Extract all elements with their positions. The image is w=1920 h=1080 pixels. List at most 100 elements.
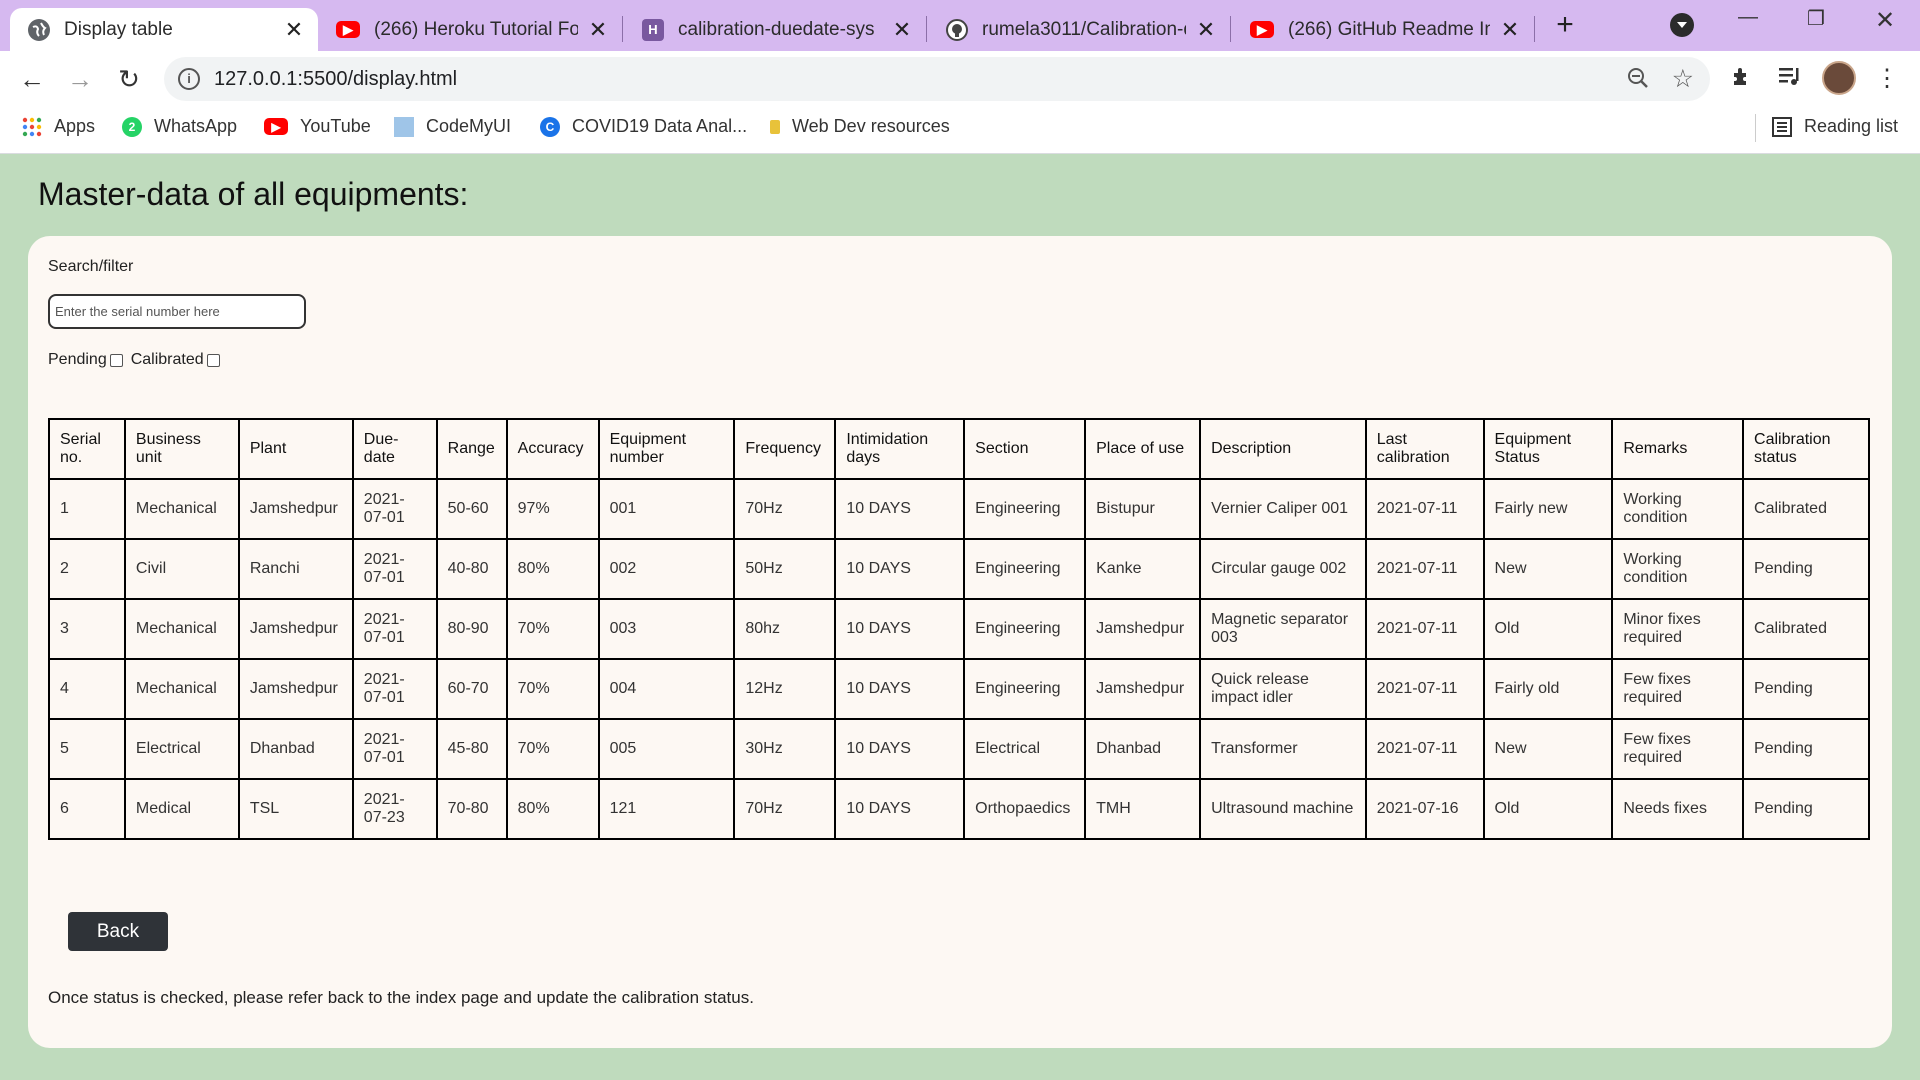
cell-place-of-use: Kanke xyxy=(1084,538,1202,600)
cell-frequency: 80hz xyxy=(733,598,837,660)
bookmark-whatsapp[interactable]: 2 WhatsApp xyxy=(122,116,237,137)
bookmark-star-icon[interactable]: ☆ xyxy=(1672,64,1694,94)
cell-frequency: 12Hz xyxy=(733,658,837,720)
serial-search-input[interactable] xyxy=(48,294,306,329)
cell-calibration-status: Pending xyxy=(1742,778,1870,840)
address-bar[interactable]: i 127.0.0.1:5500/display.html ☆ xyxy=(164,57,1710,101)
table-row: 1 Mechanical Jamshedpur 2021-07-01 50-60 97% 0… xyxy=(48,478,1870,540)
whatsapp-icon: 2 xyxy=(122,116,142,137)
tab-close-icon[interactable]: ✕ xyxy=(1500,18,1520,40)
tab-close-icon[interactable]: ✕ xyxy=(284,18,304,40)
cell-due-date: 2021-07-01 xyxy=(351,718,438,780)
tab-close-icon[interactable]: ✕ xyxy=(588,18,608,40)
bookmark-youtube[interactable]: ▶ YouTube xyxy=(264,116,371,137)
cell-equipment-number: 004 xyxy=(597,658,736,720)
forward-arrow-icon[interactable]: → xyxy=(62,61,98,97)
media-control-icon[interactable] xyxy=(1775,64,1805,95)
cell-intimidation-days: 10 DAYS xyxy=(834,778,966,840)
cell-range: 70-80 xyxy=(435,778,508,840)
cell-remarks: Few fixes required xyxy=(1611,718,1745,780)
cell-equipment-number: 121 xyxy=(597,778,736,840)
cell-due-date: 2021-07-01 xyxy=(351,658,438,720)
youtube-icon: ▶ xyxy=(336,21,360,38)
table-row: 2 Civil Ranchi 2021-07-01 40-80 80% 002 50Hz 10 … xyxy=(48,538,1870,600)
cell-intimidation-days: 10 DAYS xyxy=(834,598,966,660)
pending-filter-label: Pending xyxy=(48,351,107,368)
cell-equipment-number: 001 xyxy=(597,478,736,540)
bookmark-apps[interactable]: Apps xyxy=(22,116,95,137)
restore-icon[interactable]: ❐ xyxy=(1791,6,1841,31)
url-text[interactable]: 127.0.0.1:5500/display.html xyxy=(214,68,457,91)
cell-serial-no: 1 xyxy=(48,478,126,540)
tab-display-table[interactable]: Display table ✕ xyxy=(10,8,318,51)
tab-heroku-tutorial[interactable]: ▶ (266) Heroku Tutorial For ✕ xyxy=(318,8,622,51)
cell-last-calibration: 2021-07-11 xyxy=(1364,598,1485,660)
back-arrow-icon[interactable]: ← xyxy=(14,61,50,97)
bookmark-codemyui[interactable]: CodeMyUI xyxy=(394,116,511,137)
footer-note: Once status is checked, please refer bac… xyxy=(48,988,754,1007)
header-section: Section xyxy=(963,418,1087,480)
cell-due-date: 2021-07-23 xyxy=(351,778,438,840)
cell-equipment-status: New xyxy=(1482,718,1614,780)
header-frequency: Frequency xyxy=(733,418,837,480)
cell-business-unit: Civil xyxy=(123,538,240,600)
extensions-icon[interactable] xyxy=(1727,64,1757,95)
close-window-icon[interactable]: ✕ xyxy=(1860,6,1910,35)
bookmark-label: YouTube xyxy=(300,116,371,136)
cell-last-calibration: 2021-07-11 xyxy=(1364,478,1485,540)
cell-description: Magnetic separator 003 xyxy=(1199,598,1367,660)
profile-avatar[interactable] xyxy=(1822,61,1856,95)
browser-menu-icon[interactable]: ⋮ xyxy=(1872,64,1902,93)
cell-accuracy: 70% xyxy=(505,658,600,720)
back-button[interactable]: Back xyxy=(68,912,168,951)
tab-close-icon[interactable]: ✕ xyxy=(1196,18,1216,40)
calibrated-checkbox[interactable] xyxy=(206,353,220,367)
header-remarks: Remarks xyxy=(1611,418,1745,480)
cell-description: Circular gauge 002 xyxy=(1199,538,1367,600)
cell-due-date: 2021-07-01 xyxy=(351,598,438,660)
cell-accuracy: 70% xyxy=(505,598,600,660)
cell-range: 40-80 xyxy=(435,538,508,600)
bookmark-covid19[interactable]: C COVID19 Data Anal... xyxy=(540,116,747,137)
bookmark-web-dev[interactable]: Web Dev resources xyxy=(770,116,950,137)
cell-frequency: 50Hz xyxy=(733,538,837,600)
cell-accuracy: 80% xyxy=(505,778,600,840)
site-info-icon[interactable]: i xyxy=(178,68,200,90)
tab-title: (266) GitHub Readme Ima xyxy=(1288,18,1490,40)
cell-place-of-use: TMH xyxy=(1084,778,1202,840)
zoom-icon[interactable] xyxy=(1626,66,1650,96)
bookmarks-bar: Apps 2 WhatsApp ▶ YouTube CodeMyUI C COV… xyxy=(0,106,1920,154)
pending-checkbox[interactable] xyxy=(109,353,123,367)
header-equipment-status: Equipment Status xyxy=(1482,418,1614,480)
cell-frequency: 70Hz xyxy=(733,478,837,540)
youtube-icon: ▶ xyxy=(1250,21,1274,38)
tab-separator xyxy=(622,16,623,42)
table-row: 4 Mechanical Jamshedpur 2021-07-01 60-70 70% 0… xyxy=(48,658,1870,720)
cell-place-of-use: Jamshedpur xyxy=(1084,598,1202,660)
tab-search-icon[interactable] xyxy=(1670,13,1694,37)
cell-last-calibration: 2021-07-16 xyxy=(1364,778,1485,840)
tab-github-repo[interactable]: rumela3011/Calibration-d ✕ xyxy=(928,8,1230,51)
tab-heroku-app[interactable]: H calibration-duedate-sys · ✕ xyxy=(624,8,926,51)
tab-close-icon[interactable]: ✕ xyxy=(892,18,912,40)
tab-github-readme[interactable]: ▶ (266) GitHub Readme Ima ✕ xyxy=(1232,8,1534,51)
page-title: Master-data of all equipments: xyxy=(38,176,469,212)
cell-equipment-status: Fairly old xyxy=(1482,658,1614,720)
cell-range: 80-90 xyxy=(435,598,508,660)
cell-section: Engineering xyxy=(963,538,1087,600)
minimize-icon[interactable]: — xyxy=(1723,6,1773,29)
cell-remarks: Working condition xyxy=(1611,538,1745,600)
equipment-table: Serial no. Business unit Plant Due-date … xyxy=(48,418,1870,840)
cell-last-calibration: 2021-07-11 xyxy=(1364,718,1485,780)
header-range: Range xyxy=(435,418,508,480)
cell-accuracy: 80% xyxy=(505,538,600,600)
cell-accuracy: 70% xyxy=(505,718,600,780)
cell-place-of-use: Dhanbad xyxy=(1084,718,1202,780)
calibrated-filter-label: Calibrated xyxy=(130,351,204,368)
reload-icon[interactable]: ↻ xyxy=(111,61,147,97)
cell-description: Transformer xyxy=(1199,718,1367,780)
table-header-row: Serial no. Business unit Plant Due-date … xyxy=(48,418,1870,480)
cell-business-unit: Mechanical xyxy=(123,658,240,720)
reading-list[interactable]: Reading list xyxy=(1772,116,1898,137)
new-tab-plus-icon[interactable]: + xyxy=(1550,10,1580,41)
